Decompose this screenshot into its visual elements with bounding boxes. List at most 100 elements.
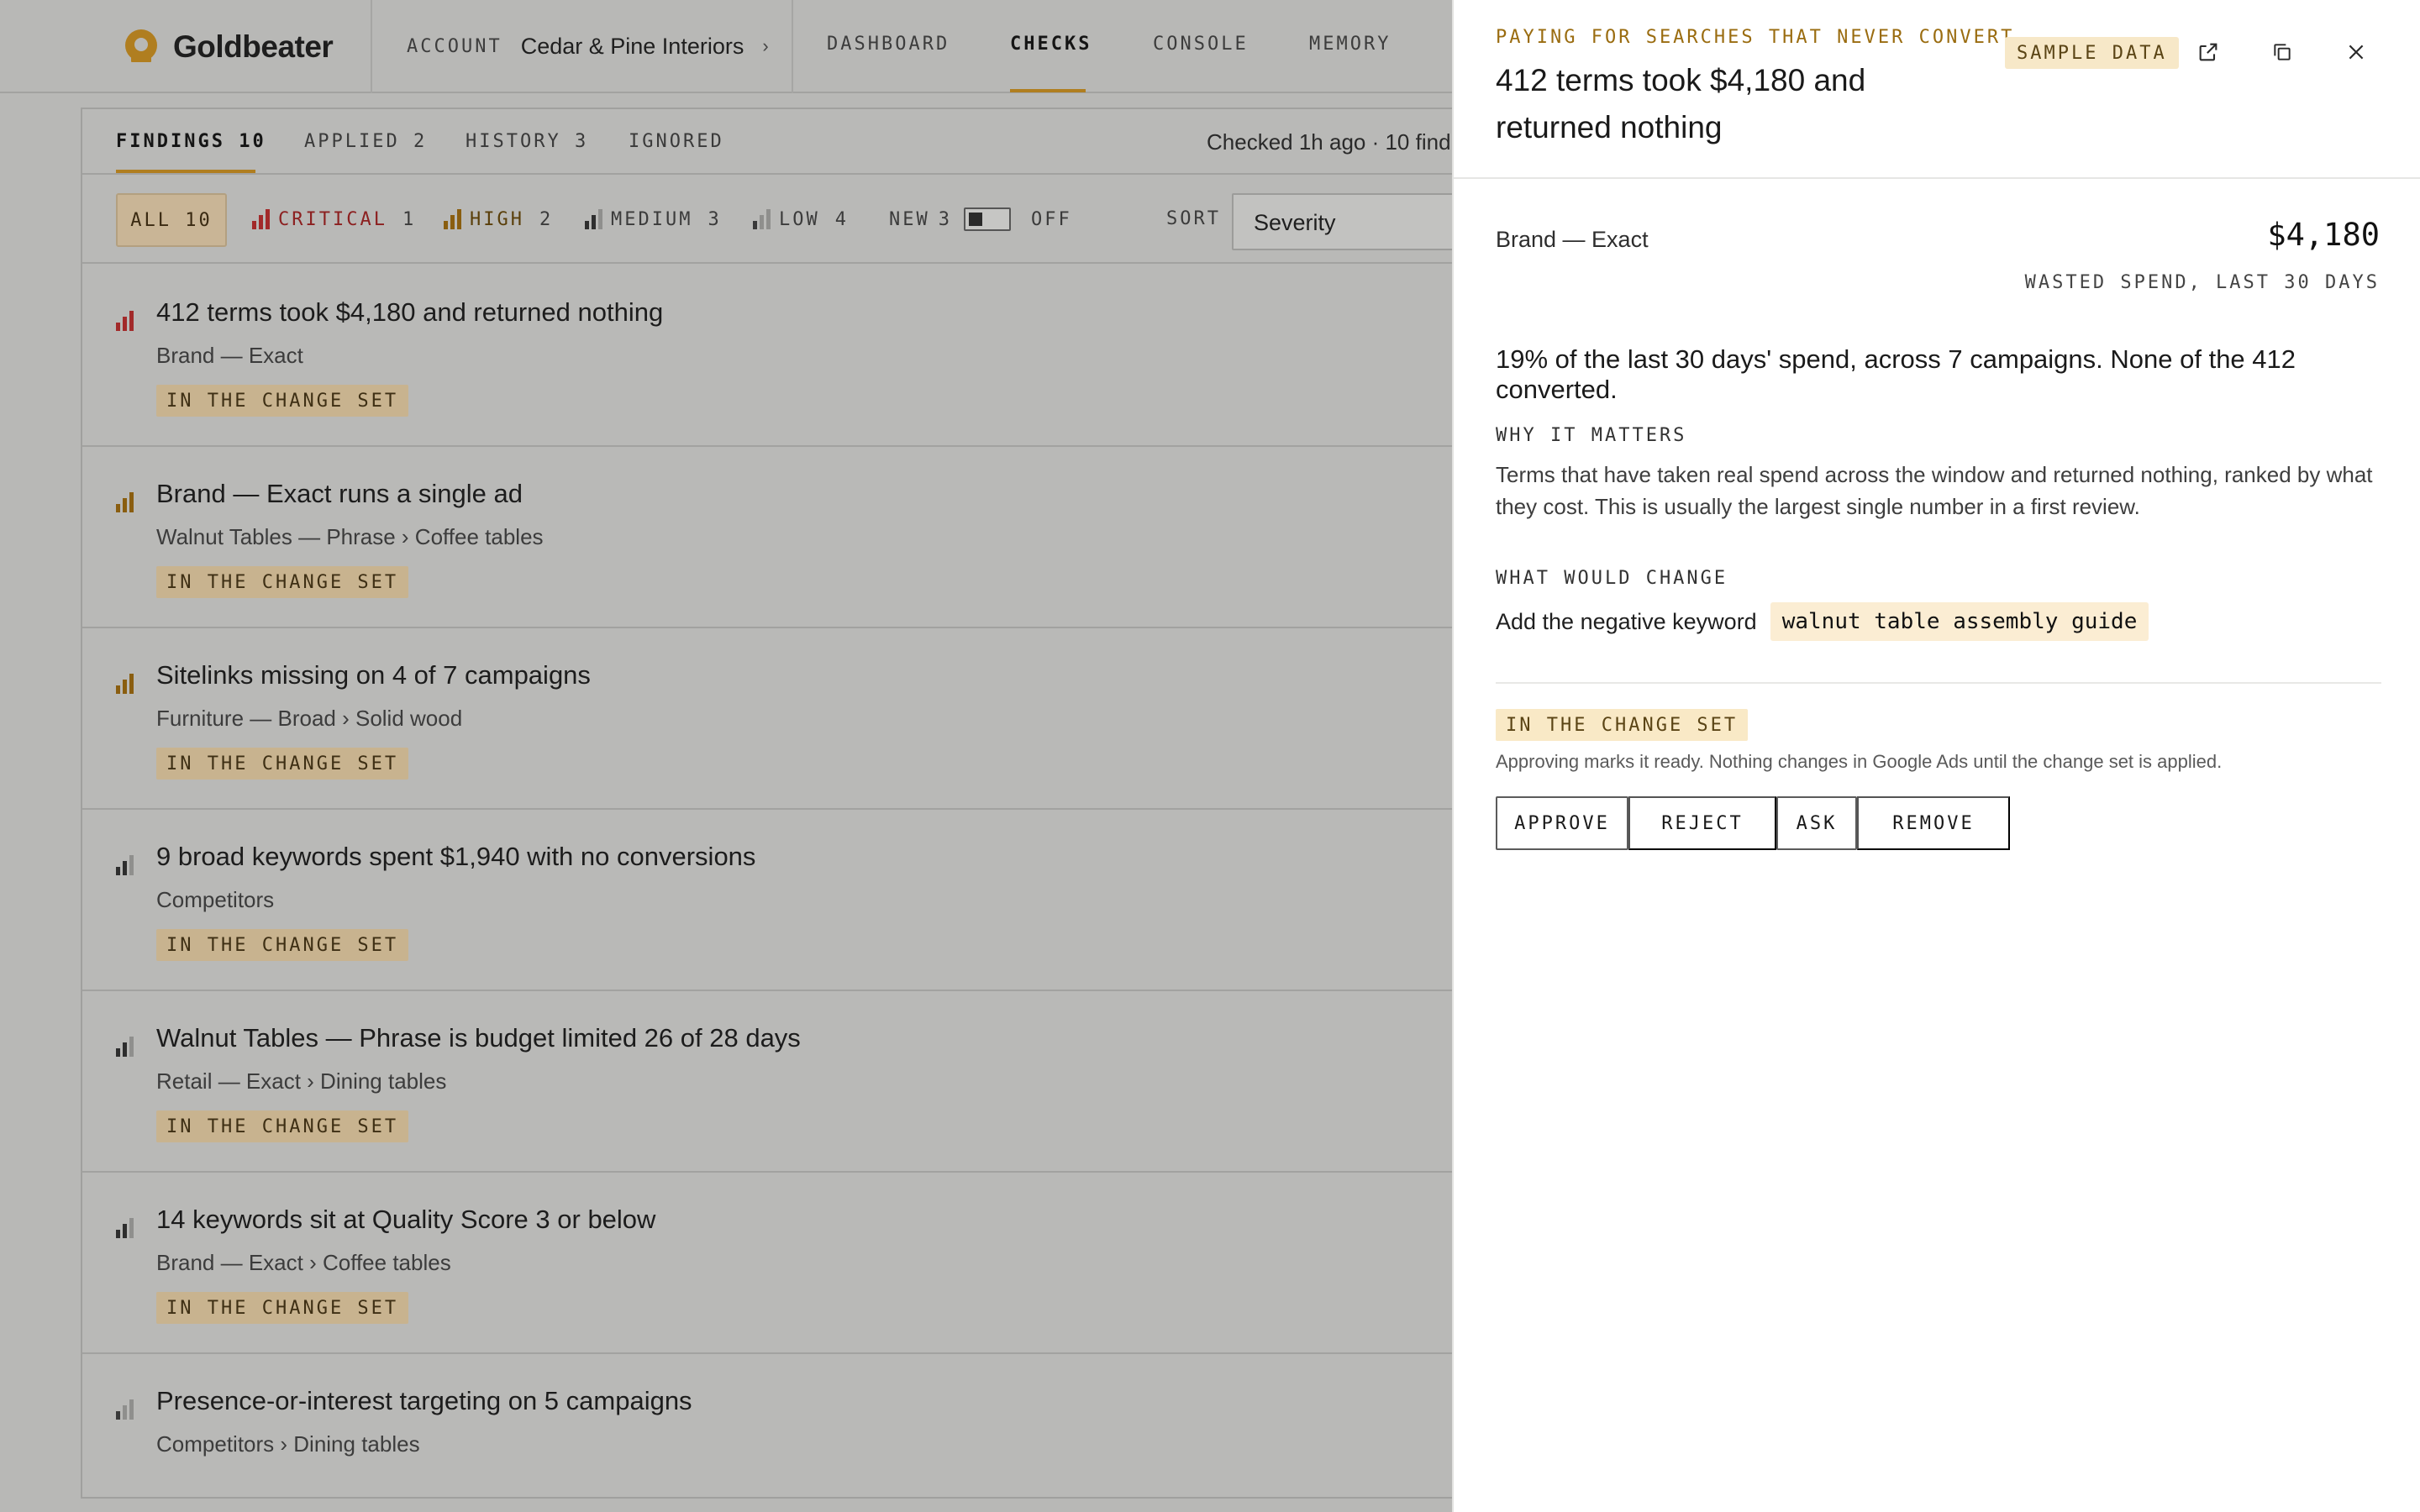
filter-critical[interactable]: CRITICAL 1 <box>252 207 416 232</box>
ask-button[interactable]: ASK <box>1776 796 1857 850</box>
finding-title: 9 broad keywords spent $1,940 with no co… <box>156 842 756 871</box>
change-set-badge: IN THE CHANGE SET <box>156 1110 409 1142</box>
finding-row[interactable]: Walnut Tables — Phrase is budget limited… <box>82 991 1558 1173</box>
proposed-change-text: Add the negative keyword <box>1496 608 1757 634</box>
subtab-findings[interactable]: FINDINGS 10 <box>116 131 266 152</box>
severity-high-icon <box>444 209 461 229</box>
finding-title: Brand — Exact runs a single ad <box>156 479 523 508</box>
campaign-name: Brand — Exact <box>1496 227 1649 252</box>
finding-title: Presence-or-interest targeting on 5 camp… <box>156 1386 692 1415</box>
filter-low[interactable]: LOW 4 <box>753 207 849 232</box>
filter-label: NEW <box>889 208 930 230</box>
why-it-matters-label: WHY IT MATTERS <box>1496 425 1687 446</box>
filter-count: 3 <box>938 208 952 230</box>
account-switcher[interactable]: ACCOUNT Cedar & Pine Interiors › <box>407 32 769 60</box>
checked-status: Checked 1h ago · 10 findings <box>1207 129 1491 155</box>
finding-summary: 19% of the last 30 days' spend, across 7… <box>1496 344 2296 404</box>
finding-title: Sitelinks missing on 4 of 7 campaigns <box>156 660 591 690</box>
finding-subtitle: Competitors <box>156 887 275 912</box>
account-label: ACCOUNT <box>407 35 502 57</box>
finding-subtitle: Walnut Tables — Phrase › Coffee tables <box>156 524 544 549</box>
change-set-badge: IN THE CHANGE SET <box>156 566 409 598</box>
filter-new-toggle[interactable]: NEW 3 OFF <box>889 207 1072 232</box>
finding-title: Walnut Tables — Phrase is budget limited… <box>156 1023 801 1053</box>
filter-label: ALL <box>130 209 171 231</box>
nav-tab-dashboard[interactable]: DASHBOARD <box>827 34 950 55</box>
subtab-history[interactable]: HISTORY 3 <box>466 131 588 152</box>
filter-count: 1 <box>402 208 417 230</box>
filter-label: HIGH <box>470 208 524 230</box>
close-icon[interactable] <box>2341 37 2371 67</box>
finding-category: PAYING FOR SEARCHES THAT NEVER CONVERT <box>1496 27 2015 48</box>
filter-medium[interactable]: MEDIUM 3 <box>585 207 722 232</box>
subtab-label: APPLIED <box>304 131 400 152</box>
filter-label: CRITICAL <box>278 208 387 230</box>
divider <box>792 0 793 93</box>
negative-keyword-chip: walnut table assembly guide <box>1770 602 2149 641</box>
copy-icon[interactable] <box>2267 37 2297 67</box>
why-it-matters-text: Terms that have taken real spend across … <box>1496 462 2373 519</box>
severity-critical-icon <box>252 209 270 229</box>
change-set-badge: IN THE CHANGE SET <box>156 1292 409 1324</box>
findings-panel: FINDINGS 10 APPLIED 2 HISTORY 3 IGNORED … <box>81 108 1560 1499</box>
subtab-count: 2 <box>413 131 428 152</box>
subtab-ignored[interactable]: IGNORED <box>629 131 724 152</box>
finding-subtitle: Furniture — Broad › Solid wood <box>156 706 463 731</box>
change-set-status-badge: IN THE CHANGE SET <box>1496 709 1749 741</box>
sort-label: SORT <box>1166 208 1221 229</box>
chevron-right-icon: › <box>762 35 769 56</box>
change-set-badge: IN THE CHANGE SET <box>156 929 409 961</box>
severity-medium-icon <box>116 1037 134 1057</box>
what-would-change-label: WHAT WOULD CHANGE <box>1496 568 1728 589</box>
finding-row[interactable]: 9 broad keywords spent $1,940 with no co… <box>82 810 1558 991</box>
remove-button[interactable]: REMOVE <box>1857 796 2010 850</box>
subtab-count: 10 <box>239 131 266 152</box>
severity-medium-icon <box>585 209 602 229</box>
severity-medium-icon <box>116 855 134 875</box>
nav-tab-checks[interactable]: CHECKS <box>1010 34 1092 55</box>
filter-all-chip[interactable]: ALL 10 <box>116 193 227 247</box>
divider <box>371 0 372 93</box>
filter-count: 2 <box>539 208 554 230</box>
subtab-label: HISTORY <box>466 131 561 152</box>
external-link-icon[interactable] <box>2193 37 2223 67</box>
active-nav-indicator <box>1010 89 1086 92</box>
account-name: Cedar & Pine Interiors <box>520 33 744 59</box>
change-set-badge: IN THE CHANGE SET <box>156 385 409 417</box>
goldbeater-logo-icon <box>125 29 157 62</box>
findings-subtabs: FINDINGS 10 APPLIED 2 HISTORY 3 IGNORED … <box>82 109 1558 175</box>
sample-data-badge: SAMPLE DATA <box>2005 37 2179 69</box>
change-set-badge: IN THE CHANGE SET <box>156 748 409 780</box>
subtab-applied[interactable]: APPLIED 2 <box>304 131 427 152</box>
nav-tab-memory[interactable]: MEMORY <box>1309 34 1391 55</box>
divider <box>1496 682 2381 684</box>
reject-button[interactable]: REJECT <box>1628 796 1776 850</box>
filter-label: MEDIUM <box>611 208 693 230</box>
severity-low-icon <box>116 1399 134 1420</box>
finding-row[interactable]: 412 terms took $4,180 and returned nothi… <box>82 265 1558 447</box>
finding-subtitle: Retail — Exact › Dining tables <box>156 1068 447 1094</box>
brand[interactable]: Goldbeater <box>123 27 334 67</box>
finding-row[interactable]: Brand — Exact runs a single ad Walnut Ta… <box>82 447 1558 628</box>
severity-low-icon <box>753 209 771 229</box>
nav-tab-console[interactable]: CONSOLE <box>1153 34 1249 55</box>
finding-subtitle: Competitors › Dining tables <box>156 1431 420 1457</box>
finding-row[interactable]: Sitelinks missing on 4 of 7 campaigns Fu… <box>82 628 1558 810</box>
new-toggle-switch[interactable] <box>964 207 1011 231</box>
approve-button[interactable]: APPROVE <box>1496 796 1628 850</box>
finding-row[interactable]: 14 keywords sit at Quality Score 3 or be… <box>82 1173 1558 1354</box>
subtab-label: IGNORED <box>629 131 724 152</box>
wasted-spend-amount: $4,180 <box>2267 217 2380 253</box>
drawer-title: 412 terms took $4,180 and returned nothi… <box>1496 63 1866 144</box>
filter-bar: ALL 10 CRITICAL 1 HIGH 2 MEDIUM 3 LOW 4 … <box>82 176 1558 264</box>
subtab-label: FINDINGS <box>116 131 225 152</box>
approval-note: Approving marks it ready. Nothing change… <box>1496 751 2223 772</box>
finding-title: 412 terms took $4,180 and returned nothi… <box>156 297 664 327</box>
finding-row[interactable]: Presence-or-interest targeting on 5 camp… <box>82 1354 1558 1497</box>
finding-title: 14 keywords sit at Quality Score 3 or be… <box>156 1205 656 1234</box>
filter-label: LOW <box>779 208 820 230</box>
filter-high[interactable]: HIGH 2 <box>444 207 553 232</box>
wasted-spend-label: WASTED SPEND, LAST 30 DAYS <box>2024 272 2380 293</box>
severity-high-icon <box>116 492 134 512</box>
severity-critical-icon <box>116 311 134 331</box>
